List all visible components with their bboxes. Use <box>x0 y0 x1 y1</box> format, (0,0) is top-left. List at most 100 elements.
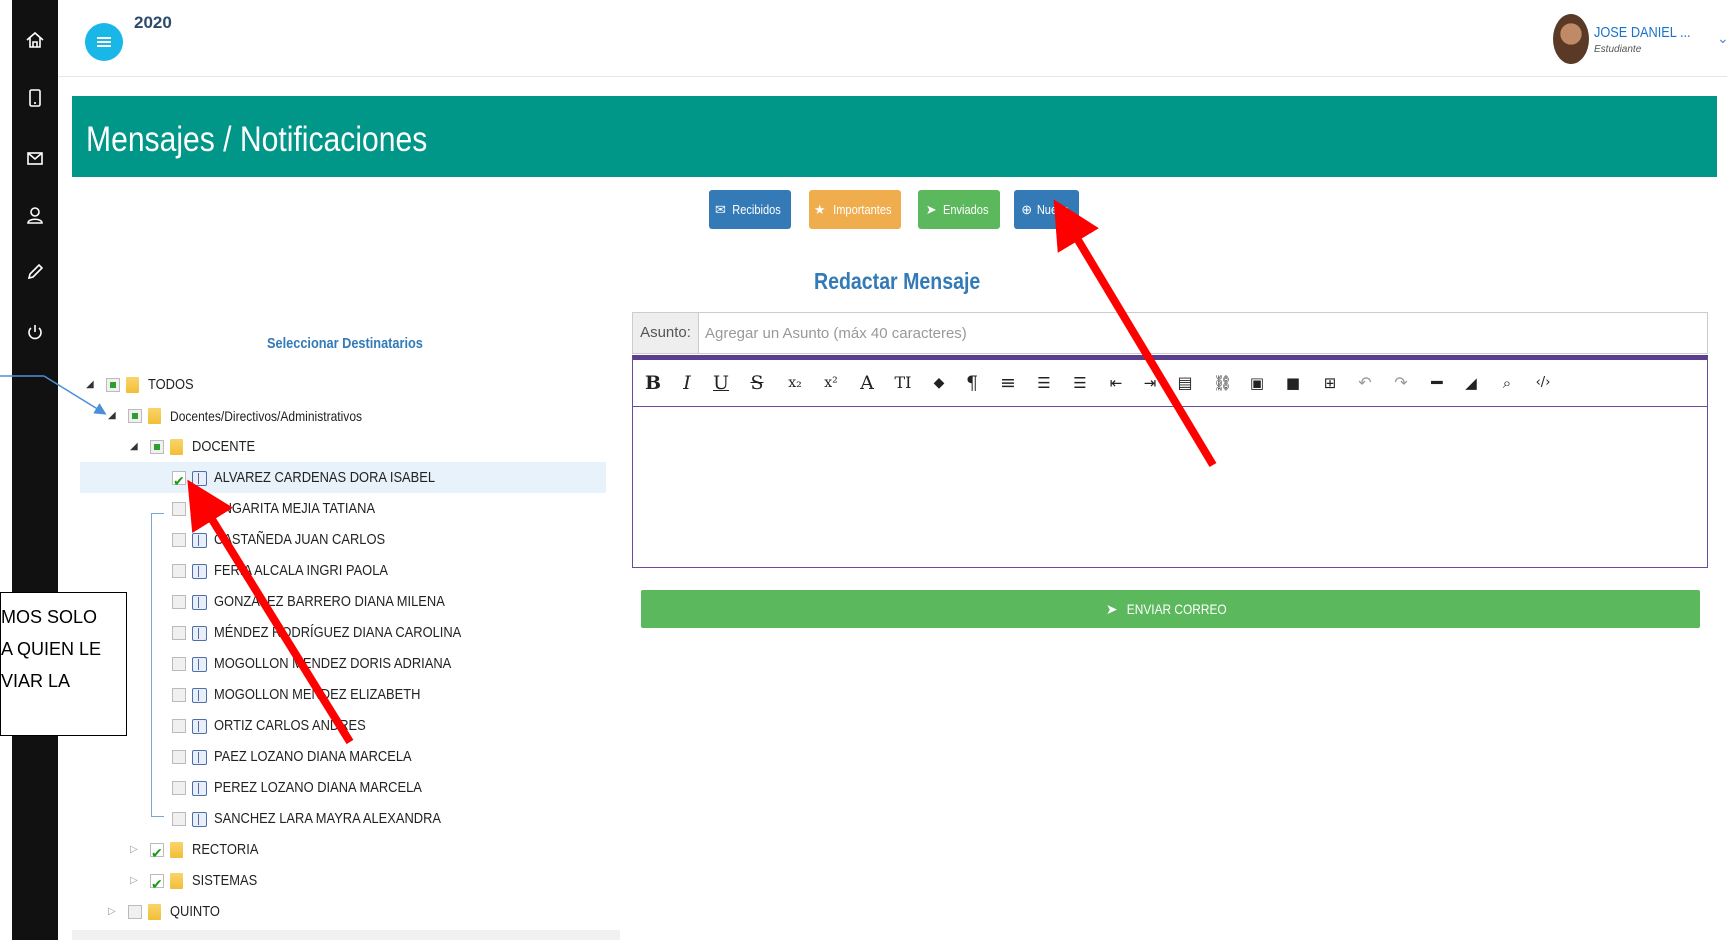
message-editor[interactable]: B I U S x₂ x² A TI ◆ ¶ ≡ ☰ ☰ ⇤ ⇥ ▤ ⛓ ▣ ■… <box>632 355 1708 568</box>
video-icon[interactable]: ■ <box>1285 372 1301 394</box>
recipient-checkbox[interactable] <box>172 466 186 496</box>
link-icon[interactable]: ⛓ <box>1213 372 1232 394</box>
color-button[interactable]: ◆ <box>929 372 949 394</box>
received-button[interactable]: ✉ Recibidos <box>709 190 791 229</box>
tree-folder-item[interactable]: ◢ TODOS <box>86 370 556 400</box>
ordered-list-icon[interactable]: ☰ <box>1035 372 1053 394</box>
recipient-checkbox[interactable] <box>150 869 164 899</box>
pencil-icon[interactable] <box>25 262 45 282</box>
bold-button[interactable]: B <box>645 372 661 394</box>
folder-icon <box>126 377 139 393</box>
recipient-checkbox[interactable] <box>106 378 120 392</box>
tree-person-item[interactable]: MOGOLLON MENDEZ ELIZABETH <box>150 680 620 710</box>
recipient-checkbox[interactable] <box>172 595 186 609</box>
font-size-button[interactable]: A <box>857 372 877 394</box>
tree-person-item[interactable]: PEREZ LOZANO DIANA MARCELA <box>150 773 620 803</box>
expand-arrow-icon[interactable]: ▷ <box>130 835 140 865</box>
unordered-list-icon[interactable]: ☰ <box>1071 372 1089 394</box>
tree-folder-item[interactable]: ▷ QUINTO <box>108 897 578 927</box>
home-icon[interactable] <box>25 30 45 50</box>
tree-person-item[interactable]: ALVAREZ CARDENAS DORA ISABEL <box>150 463 620 496</box>
tree-folder-item[interactable]: ▷ SISTEMAS <box>130 866 600 899</box>
tree-person-item[interactable]: FERIA ALCALA INGRI PAOLA <box>150 556 620 586</box>
horizontal-rule-icon[interactable]: ━ <box>1429 372 1445 394</box>
tree-item-label: FERIA ALCALA INGRI PAOLA <box>214 562 388 579</box>
tree-person-item[interactable]: PAEZ LOZANO DIANA MARCELA <box>150 742 620 772</box>
tree-person-item[interactable]: SANCHEZ LARA MAYRA ALEXANDRA <box>150 804 620 834</box>
expand-arrow-icon[interactable]: ▷ <box>108 897 118 927</box>
send-email-button[interactable]: ➤ ENVIAR CORREO <box>641 590 1700 628</box>
strikethrough-button[interactable]: S <box>749 372 765 394</box>
school-year: 2020 <box>134 13 172 32</box>
collapse-arrow-icon[interactable]: ◢ <box>108 401 118 431</box>
recipient-checkbox[interactable] <box>172 688 186 702</box>
recipient-checkbox[interactable] <box>128 905 142 919</box>
superscript-button[interactable]: x² <box>821 372 841 394</box>
new-message-button[interactable]: ⊕ Nuevo <box>1014 190 1079 229</box>
tree-folder-item[interactable]: ▷ RECTORIA <box>130 835 600 868</box>
recipient-checkbox[interactable] <box>172 564 186 578</box>
callout-line: MOS SOLO <box>1 607 98 627</box>
outdent-icon[interactable]: ⇤ <box>1107 372 1125 394</box>
tree-person-item[interactable]: GONZALEZ BARRERO DIANA MILENA <box>150 587 620 617</box>
user-name[interactable]: JOSE DANIEL ... <box>1594 24 1691 41</box>
contact-book-icon <box>192 812 207 827</box>
undo-icon[interactable]: ↶ <box>1357 372 1373 394</box>
avatar[interactable] <box>1553 14 1589 64</box>
tree-person-item[interactable]: ORTIZ CARLOS ANDRES <box>150 711 620 741</box>
file-icon[interactable]: ▤ <box>1177 372 1193 394</box>
subject-input[interactable] <box>703 313 1697 353</box>
folder-icon <box>148 904 161 920</box>
eraser-icon[interactable]: ◢ <box>1463 372 1479 394</box>
tree-item-label: SISTEMAS <box>192 872 258 889</box>
sent-button[interactable]: ➤ Enviados <box>918 190 1000 229</box>
paragraph-button[interactable]: ¶ <box>963 372 981 394</box>
recipient-checkbox[interactable] <box>150 838 164 868</box>
attach-icon[interactable]: ⌕ <box>1499 372 1515 394</box>
collapse-arrow-icon[interactable]: ◢ <box>86 370 96 400</box>
contact-book-icon <box>192 657 207 672</box>
tree-person-item[interactable]: ANGARITA MEJIA TATIANA <box>150 494 620 524</box>
tree-folder-item[interactable]: ◢ DOCENTE <box>130 432 600 462</box>
text-style-button[interactable]: TI <box>891 372 915 394</box>
tree-person-item[interactable]: CASTAÑEDA JUAN CARLOS <box>150 525 620 555</box>
table-icon[interactable]: ⊞ <box>1319 372 1341 394</box>
code-view-icon[interactable]: ‹/› <box>1533 372 1553 394</box>
collapse-arrow-icon[interactable]: ◢ <box>130 432 140 462</box>
tree-item-label: DOCENTE <box>192 438 256 455</box>
compose-title: Redactar Mensaje <box>814 268 981 294</box>
power-icon[interactable] <box>25 322 45 342</box>
horizontal-scrollbar[interactable] <box>72 930 620 940</box>
recipient-checkbox[interactable] <box>172 657 186 671</box>
expand-arrow-icon[interactable]: ▷ <box>130 866 140 896</box>
recipient-checkbox[interactable] <box>172 781 186 795</box>
recipient-checkbox[interactable] <box>150 440 164 454</box>
recipient-checkbox[interactable] <box>172 812 186 826</box>
tree-person-item[interactable]: MOGOLLON MENDEZ DORIS ADRIANA <box>150 649 620 679</box>
chevron-down-icon[interactable]: ⌄ <box>1717 30 1727 46</box>
recipient-checkbox[interactable] <box>172 750 186 764</box>
tree-person-item[interactable]: MÉNDEZ RODRÍGUEZ DIANA CAROLINA <box>150 618 620 648</box>
plus-circle-icon: ⊕ <box>1021 202 1033 217</box>
recipient-checkbox[interactable] <box>172 626 186 640</box>
important-button[interactable]: ★ Importantes <box>809 190 901 229</box>
image-icon[interactable]: ▣ <box>1249 372 1265 394</box>
subject-field: Asunto: <box>632 312 1708 354</box>
tree-folder-item[interactable]: ◢ Docentes/Directivos/Administrativos <box>108 401 578 431</box>
user-icon[interactable] <box>25 205 45 225</box>
menu-toggle-button[interactable] <box>85 23 123 61</box>
redo-icon[interactable]: ↷ <box>1393 372 1409 394</box>
italic-button[interactable]: I <box>679 372 695 394</box>
contact-book-icon <box>192 564 207 579</box>
align-button[interactable]: ≡ <box>999 372 1017 394</box>
mail-icon[interactable] <box>25 148 45 168</box>
underline-button[interactable]: U <box>713 372 729 394</box>
recipient-checkbox[interactable] <box>172 719 186 733</box>
mobile-icon[interactable] <box>25 88 45 108</box>
recipient-checkbox[interactable] <box>172 502 186 516</box>
recipient-checkbox[interactable] <box>128 409 142 423</box>
subscript-button[interactable]: x₂ <box>785 372 805 394</box>
recipient-checkbox[interactable] <box>172 533 186 547</box>
indent-icon[interactable]: ⇥ <box>1141 372 1159 394</box>
annotation-callout: MOS SOLO A QUIEN LE VIAR LA <box>0 592 127 736</box>
